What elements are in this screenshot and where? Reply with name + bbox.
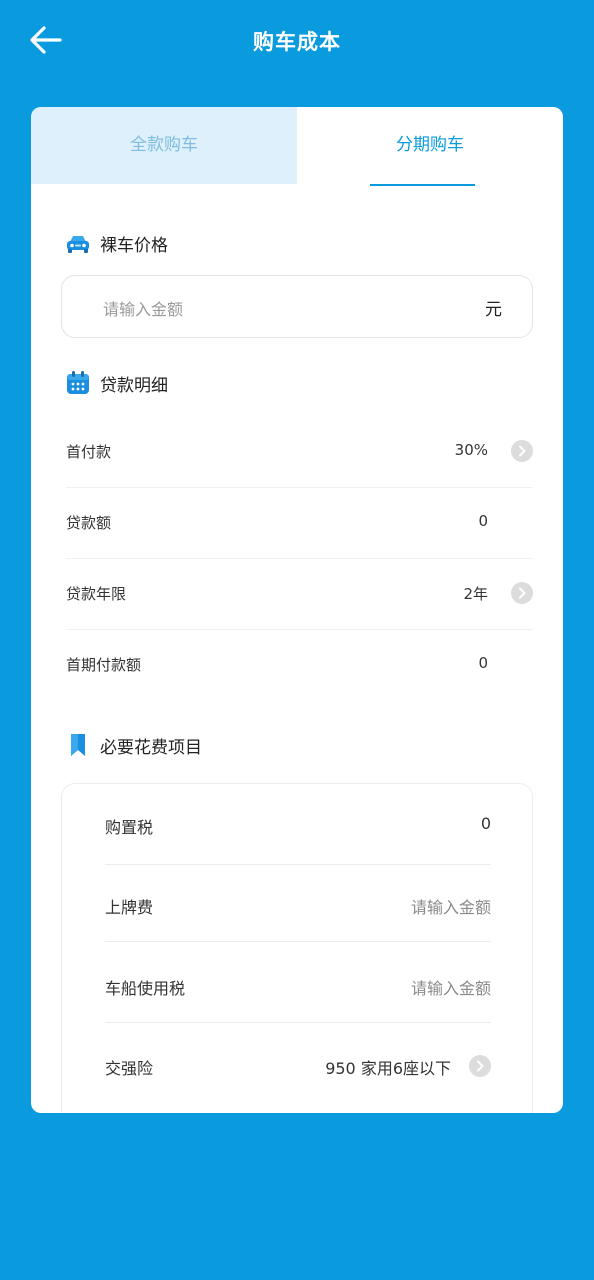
compulsory-insurance-label: 交强险 <box>105 1059 154 1078</box>
bookmark-icon <box>71 734 85 756</box>
tab-installment[interactable]: 分期购车 <box>297 107 563 184</box>
loan-amount-value: 0 <box>478 512 488 530</box>
loan-term-label: 贷款年限 <box>66 585 127 603</box>
loan-details-title: 贷款明细 <box>100 375 168 396</box>
plate-fee-row[interactable]: 上牌费 请输入金额 <box>105 864 491 944</box>
car-price-header: 裸车价格 <box>64 229 168 257</box>
vehicle-tax-input[interactable]: 请输入金额 <box>411 975 491 999</box>
plate-fee-label: 上牌费 <box>105 898 154 917</box>
required-fees-title: 必要花费项目 <box>100 737 202 758</box>
top-bar: 购车成本 <box>0 0 594 84</box>
car-price-placeholder: 请输入金额 <box>103 300 184 319</box>
page-title: 购车成本 <box>253 30 341 54</box>
calculator-card: 全款购车 分期购车 裸车价格 请输入金额 元 贷款明细 首付款 30% 贷款额 … <box>31 107 563 1113</box>
loan-term-value: 2年 <box>463 585 488 603</box>
chevron-right-icon[interactable] <box>469 1055 491 1077</box>
plate-fee-input[interactable]: 请输入金额 <box>411 894 491 918</box>
purchase-tax-label: 购置税 <box>105 818 154 837</box>
first-payment-row: 首期付款额 0 <box>66 629 533 700</box>
loan-amount-row: 贷款额 0 <box>66 487 533 558</box>
down-payment-value: 30% <box>454 441 488 459</box>
currency-unit: 元 <box>485 300 502 320</box>
car-price-title: 裸车价格 <box>100 235 168 256</box>
active-tab-indicator <box>370 184 475 186</box>
vehicle-tax-label: 车船使用税 <box>105 979 186 998</box>
fees-panel: 购置税 0 上牌费 请输入金额 车船使用税 请输入金额 交强险 950 家用6座… <box>61 783 533 1113</box>
compulsory-insurance-value: 950 家用6座以下 <box>325 1059 451 1078</box>
divider <box>105 941 491 942</box>
chevron-right-icon[interactable] <box>511 440 533 462</box>
calendar-icon <box>67 371 89 394</box>
loan-term-row[interactable]: 贷款年限 2年 <box>66 558 533 629</box>
required-fees-header: 必要花费项目 <box>64 731 202 759</box>
compulsory-insurance-row[interactable]: 交强险 950 家用6座以下 <box>105 1025 491 1105</box>
divider <box>105 1022 491 1023</box>
loan-amount-label: 贷款额 <box>66 514 112 532</box>
purchase-tax-value: 0 <box>480 814 491 833</box>
chevron-right-icon[interactable] <box>511 582 533 604</box>
tab-bar: 全款购车 分期购车 <box>31 107 563 186</box>
car-icon <box>67 236 89 253</box>
loan-details-header: 贷款明细 <box>64 369 168 397</box>
car-price-input[interactable]: 请输入金额 元 <box>61 275 533 338</box>
vehicle-tax-row[interactable]: 车船使用税 请输入金额 <box>105 945 491 1025</box>
first-payment-value: 0 <box>478 654 488 672</box>
tab-full-payment[interactable]: 全款购车 <box>31 107 297 184</box>
purchase-tax-row: 购置税 0 <box>105 784 491 864</box>
down-payment-row[interactable]: 首付款 30% <box>66 416 533 487</box>
first-payment-label: 首期付款额 <box>66 656 142 674</box>
down-payment-label: 首付款 <box>66 443 112 461</box>
